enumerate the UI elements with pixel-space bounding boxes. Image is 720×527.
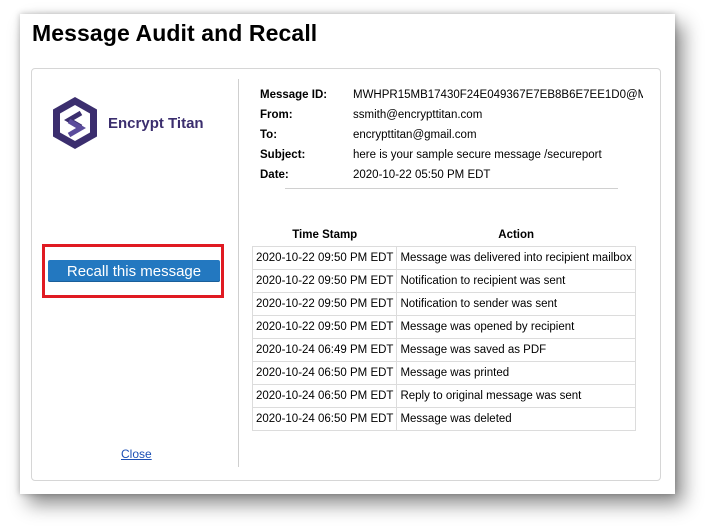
action-cell: Message was saved as PDF (396, 338, 636, 362)
details-divider (285, 188, 618, 189)
subject-label: Subject: (260, 149, 306, 161)
audit-window: Message Audit and Recall Encrypt Titan R… (20, 14, 675, 494)
from-label: From: (260, 109, 293, 121)
action-cell: Message was printed (396, 361, 636, 385)
timestamp-header: Time Stamp (292, 229, 358, 241)
date-label: Date: (260, 169, 289, 181)
timestamp-cell: 2020-10-24 06:50 PM EDT (251, 407, 398, 431)
table-row: 2020-10-22 09:50 PM EDT Notification to … (251, 269, 636, 293)
close-link[interactable]: Close (121, 447, 152, 461)
encrypt-titan-hexagon-logo-icon (53, 97, 97, 149)
from-value: ssmith@encrypttitan.com (353, 109, 483, 121)
action-cell: Reply to original message was sent (396, 384, 636, 408)
action-cell: Message was opened by recipient (396, 315, 636, 339)
table-row: 2020-10-22 09:50 PM EDT Message was open… (251, 315, 636, 339)
table-row: 2020-10-24 06:50 PM EDT Message was dele… (251, 407, 636, 431)
timestamp-cell: 2020-10-24 06:50 PM EDT (251, 384, 398, 408)
left-column: Encrypt Titan Recall this message Close (32, 69, 238, 480)
to-label: To: (260, 129, 278, 141)
timestamp-cell: 2020-10-24 06:50 PM EDT (251, 361, 398, 385)
table-row: 2020-10-22 09:50 PM EDT Notification to … (251, 292, 636, 316)
recall-highlight-box: Recall this message (42, 244, 224, 298)
message-id-label: Message ID: (260, 89, 328, 101)
table-row: 2020-10-24 06:50 PM EDT Message was prin… (251, 361, 636, 385)
vertical-divider (238, 79, 239, 467)
message-id-value: MWHPR15MB17430F24E049367E7EB8B6E7EE1D0@M (353, 89, 643, 101)
table-row: 2020-10-22 09:50 PM EDT Message was deli… (251, 246, 636, 270)
subject-value: here is your sample secure message /secu… (353, 149, 602, 161)
page-title: Message Audit and Recall (32, 20, 318, 46)
action-cell: Message was delivered into recipient mai… (396, 246, 636, 270)
table-row: 2020-10-24 06:49 PM EDT Message was save… (251, 338, 636, 362)
action-header: Action (498, 229, 535, 241)
brand-logo: Encrypt Titan (50, 95, 204, 151)
recall-message-button[interactable]: Recall this message (48, 260, 220, 282)
action-cell: Notification to sender was sent (396, 292, 636, 316)
timestamp-cell: 2020-10-22 09:50 PM EDT (251, 246, 398, 270)
timestamp-cell: 2020-10-22 09:50 PM EDT (251, 315, 398, 339)
brand-name: Encrypt Titan (108, 114, 204, 132)
action-cell: Notification to recipient was sent (396, 269, 636, 293)
table-row: 2020-10-24 06:50 PM EDT Reply to origina… (251, 384, 636, 408)
timestamp-cell: 2020-10-24 06:49 PM EDT (251, 338, 398, 362)
action-cell: Message was deleted (396, 407, 636, 431)
date-value: 2020-10-22 05:50 PM EDT (353, 169, 491, 181)
audit-panel: Encrypt Titan Recall this message Close … (31, 68, 661, 481)
audit-header-row: Time Stamp Action (253, 224, 636, 247)
audit-table: Time Stamp Action 2020-10-22 09:50 PM ED… (251, 224, 636, 431)
to-value: encrypttitan@gmail.com (353, 129, 477, 141)
timestamp-cell: 2020-10-22 09:50 PM EDT (251, 292, 398, 316)
timestamp-cell: 2020-10-22 09:50 PM EDT (251, 269, 398, 293)
